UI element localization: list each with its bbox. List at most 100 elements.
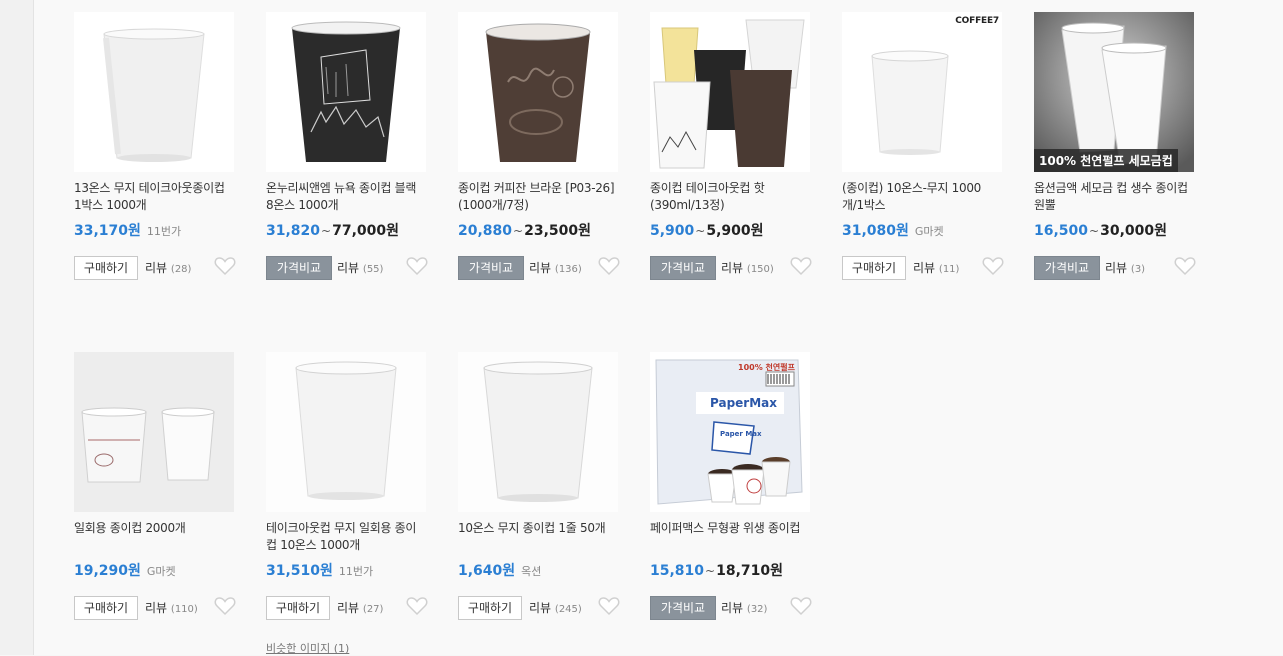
review-count: (3) (1130, 264, 1146, 275)
product-price: 31,510원 (266, 563, 333, 579)
product-price-min: 20,880 (458, 223, 513, 239)
product-thumbnail[interactable] (74, 12, 234, 172)
review-link[interactable]: 리뷰 (3) (1105, 259, 1145, 276)
review-label: 리뷰 (145, 601, 168, 615)
heart-icon[interactable] (982, 256, 1004, 276)
product-thumbnail[interactable]: COFFEE7 (842, 12, 1002, 172)
action-row: 가격비교 리뷰 (150) (650, 256, 812, 280)
review-count: (136) (554, 264, 582, 275)
price-row: 31,080원 G마켓 (842, 222, 1012, 240)
brand-logo: COFFEE7 (955, 16, 999, 26)
buy-button[interactable]: 구매하기 (266, 596, 330, 620)
product-price-max: 18,710원 (716, 563, 783, 579)
review-count: (27) (362, 604, 384, 615)
product-thumbnail[interactable] (266, 12, 426, 172)
product-title[interactable]: 종이컵 테이크아웃컵 핫 (390ml/13정) (650, 180, 810, 216)
black-cup-image (266, 12, 426, 172)
seller-name[interactable]: 옥션 (521, 565, 541, 578)
action-row: 구매하기 리뷰 (245) (458, 596, 620, 620)
seller-name[interactable]: G마켓 (915, 225, 944, 238)
white-cup-image (458, 352, 618, 512)
review-label: 리뷰 (721, 261, 744, 275)
product-title[interactable]: 10온스 무지 종이컵 1줄 50개 (458, 520, 618, 556)
product-title[interactable]: (종이컵) 10온스-무지 1000개/1박스 (842, 180, 1002, 216)
review-link[interactable]: 리뷰 (27) (337, 599, 383, 616)
seller-name[interactable]: 11번가 (339, 565, 373, 578)
heart-icon[interactable] (406, 256, 428, 276)
review-count: (150) (746, 264, 774, 275)
product-thumbnail[interactable]: 100% 천연펄프 세모금컵 (1034, 12, 1194, 172)
product-price: 33,170원 (74, 223, 141, 239)
compare-price-button[interactable]: 가격비교 (458, 256, 524, 280)
review-label: 리뷰 (529, 601, 552, 615)
product-card: 종이컵 커피잔 브라운 [P03-26] (1000개/7정) 20,880~2… (458, 12, 620, 312)
review-link[interactable]: 리뷰 (245) (529, 599, 582, 616)
compare-price-button[interactable]: 가격비교 (266, 256, 332, 280)
product-title[interactable]: 종이컵 커피잔 브라운 [P03-26] (1000개/7정) (458, 180, 618, 216)
review-link[interactable]: 리뷰 (136) (529, 259, 582, 276)
review-link[interactable]: 리뷰 (28) (145, 259, 191, 276)
action-row: 구매하기 리뷰 (28) (74, 256, 236, 280)
buy-button[interactable]: 구매하기 (842, 256, 906, 280)
review-label: 리뷰 (913, 261, 936, 275)
seller-name[interactable]: 11번가 (147, 225, 181, 238)
action-row: 가격비교 리뷰 (3) (1034, 256, 1196, 280)
similar-images-link[interactable]: 비슷한 이미지 (1) (266, 640, 349, 656)
product-card: 온누리씨앤엠 뉴욕 종이컵 블랙 8온스 1000개 31,820~77,000… (266, 12, 428, 312)
heart-icon[interactable] (406, 596, 428, 616)
compare-price-button[interactable]: 가격비교 (1034, 256, 1100, 280)
product-title[interactable]: 페이퍼맥스 무형광 위생 종이컵 (650, 520, 810, 556)
product-title[interactable]: 일회용 종이컵 2000개 (74, 520, 234, 556)
seller-name[interactable]: G마켓 (147, 565, 176, 578)
review-link[interactable]: 리뷰 (110) (145, 599, 198, 616)
product-badge: 100% 천연펄프 세모금컵 (1034, 149, 1178, 172)
heart-icon[interactable] (790, 256, 812, 276)
review-link[interactable]: 리뷰 (55) (337, 259, 383, 276)
product-thumbnail[interactable]: 100% 천연펄프 PaperMax Paper Max (650, 352, 810, 512)
compare-price-button[interactable]: 가격비교 (650, 596, 716, 620)
product-thumbnail[interactable] (266, 352, 426, 512)
review-label: 리뷰 (337, 601, 360, 615)
review-label: 리뷰 (529, 261, 552, 275)
box-label-pulp: 100% 천연펄프 (738, 363, 795, 372)
product-price-min: 16,500 (1034, 223, 1089, 239)
price-row: 31,820~77,000원 (266, 223, 399, 239)
product-thumbnail[interactable] (458, 12, 618, 172)
product-thumbnail[interactable] (74, 352, 234, 512)
review-link[interactable]: 리뷰 (11) (913, 259, 959, 276)
review-label: 리뷰 (721, 601, 744, 615)
review-count: (110) (170, 604, 198, 615)
white-cup-image (266, 352, 426, 512)
heart-icon[interactable] (598, 596, 620, 616)
product-thumbnail[interactable] (650, 12, 810, 172)
product-card: 100% 천연펄프 세모금컵 옵션금액 세모금 컵 생수 종이컵 원뿔 16,5… (1034, 12, 1196, 312)
review-label: 리뷰 (145, 261, 168, 275)
heart-icon[interactable] (1174, 256, 1196, 276)
product-price-min: 5,900 (650, 223, 695, 239)
buy-button[interactable]: 구매하기 (74, 596, 138, 620)
printed-cups-image (74, 352, 234, 512)
compare-price-button[interactable]: 가격비교 (650, 256, 716, 280)
product-grid: 13온스 무지 테이크아웃종이컵 1박스 1000개 33,170원 11번가 구… (34, 0, 1283, 655)
product-price-max: 23,500원 (524, 223, 591, 239)
heart-icon[interactable] (214, 596, 236, 616)
product-price-max: 77,000원 (332, 223, 399, 239)
heart-icon[interactable] (214, 256, 236, 276)
buy-button[interactable]: 구매하기 (74, 256, 138, 280)
product-title[interactable]: 13온스 무지 테이크아웃종이컵 1박스 1000개 (74, 180, 234, 216)
product-title[interactable]: 테이크아웃컵 무지 일회용 종이컵 10온스 1000개 (266, 520, 426, 556)
review-link[interactable]: 리뷰 (150) (721, 259, 774, 276)
brown-cup-image (458, 12, 618, 172)
review-link[interactable]: 리뷰 (32) (721, 599, 767, 616)
review-count: (32) (746, 604, 768, 615)
heart-icon[interactable] (790, 596, 812, 616)
product-title[interactable]: 온누리씨앤엠 뉴욕 종이컵 블랙 8온스 1000개 (266, 180, 426, 216)
buy-button[interactable]: 구매하기 (458, 596, 522, 620)
product-title[interactable]: 옵션금액 세모금 컵 생수 종이컵 원뿔 (1034, 180, 1194, 216)
product-card: 종이컵 테이크아웃컵 핫 (390ml/13정) 5,900~5,900원 가격… (650, 12, 812, 312)
product-thumbnail[interactable] (458, 352, 618, 512)
heart-icon[interactable] (598, 256, 620, 276)
product-price: 31,080원 (842, 223, 909, 239)
review-count: (55) (362, 264, 384, 275)
product-price: 19,290원 (74, 563, 141, 579)
